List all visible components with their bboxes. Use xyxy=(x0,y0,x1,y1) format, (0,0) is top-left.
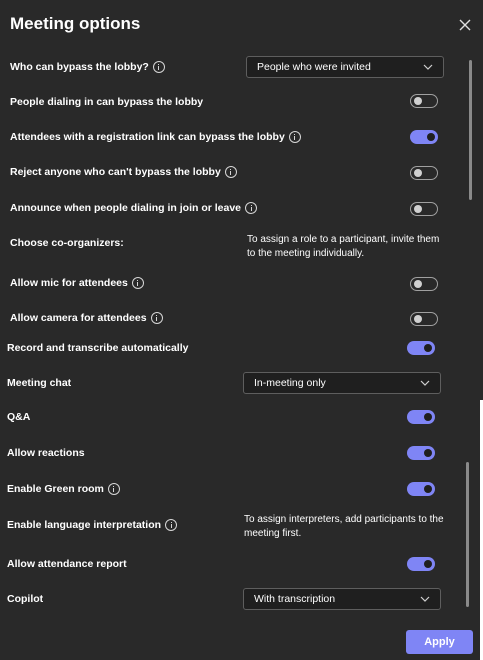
info-icon[interactable] xyxy=(245,202,258,214)
info-icon[interactable] xyxy=(152,61,165,73)
dial-in-bypass-row: People dialing in can bypass the lobby xyxy=(10,94,203,110)
attendance-report-label: Allow attendance report xyxy=(7,558,127,570)
info-icon[interactable] xyxy=(131,277,144,289)
allow-mic-row: Allow mic for attendees xyxy=(10,275,144,291)
reactions-label: Allow reactions xyxy=(7,447,85,459)
scrollbar-thumb-lower[interactable] xyxy=(466,462,469,607)
bypass-lobby-dropdown[interactable]: People who were invited xyxy=(246,56,444,78)
allow-camera-toggle[interactable] xyxy=(410,312,438,326)
record-transcribe-toggle[interactable] xyxy=(407,341,435,355)
co-organizers-note: To assign a role to a participant, invit… xyxy=(247,234,440,259)
meeting-chat-dropdown[interactable]: In-meeting only xyxy=(243,372,441,394)
registration-bypass-row: Attendees with a registration link can b… xyxy=(10,129,301,145)
registration-bypass-toggle[interactable] xyxy=(410,130,438,144)
green-room-row: Enable Green room xyxy=(7,481,120,497)
info-icon[interactable] xyxy=(288,131,301,143)
info-icon[interactable] xyxy=(224,166,237,178)
qa-label: Q&A xyxy=(7,411,31,423)
meeting-chat-value: In-meeting only xyxy=(254,377,326,389)
record-transcribe-row: Record and transcribe automatically xyxy=(7,340,188,356)
copilot-label: Copilot xyxy=(7,593,44,605)
green-room-label: Enable Green room xyxy=(7,483,104,495)
dial-in-bypass-toggle[interactable] xyxy=(410,94,438,108)
announce-dial-in-row: Announce when people dialing in join or … xyxy=(10,200,258,216)
apply-button[interactable]: Apply xyxy=(406,630,473,654)
bypass-lobby-label: Who can bypass the lobby? xyxy=(10,61,149,73)
reject-bypass-label: Reject anyone who can't bypass the lobby xyxy=(10,166,221,178)
chevron-down-icon xyxy=(420,596,430,602)
language-interpretation-label: Enable language interpretation xyxy=(7,519,162,531)
language-interpretation-note: To assign interpreters, add participants… xyxy=(244,514,444,539)
announce-dial-in-label: Announce when people dialing in join or … xyxy=(10,202,242,214)
close-icon[interactable] xyxy=(456,16,474,34)
info-icon[interactable] xyxy=(107,483,120,495)
meeting-options-panel: Meeting options Who can bypass the lobby… xyxy=(0,0,483,660)
copilot-value: With transcription xyxy=(254,593,336,605)
green-room-toggle[interactable] xyxy=(407,482,435,496)
reject-bypass-toggle[interactable] xyxy=(410,166,438,180)
copilot-dropdown[interactable]: With transcription xyxy=(243,588,441,610)
allow-mic-label: Allow mic for attendees xyxy=(10,277,128,289)
registration-bypass-label: Attendees with a registration link can b… xyxy=(10,131,285,143)
info-icon[interactable] xyxy=(150,312,163,324)
allow-camera-row: Allow camera for attendees xyxy=(10,310,163,326)
meeting-chat-label: Meeting chat xyxy=(7,377,72,389)
scrollbar-thumb-upper[interactable] xyxy=(469,60,472,200)
attendance-report-toggle[interactable] xyxy=(407,557,435,571)
language-interpretation-row: Enable language interpretation xyxy=(7,517,178,533)
copilot-row: Copilot xyxy=(7,591,43,607)
allow-mic-toggle[interactable] xyxy=(410,277,438,291)
reactions-row: Allow reactions xyxy=(7,445,85,461)
info-icon[interactable] xyxy=(165,519,178,531)
co-organizers-label: Choose co-organizers: xyxy=(10,237,124,249)
reactions-toggle[interactable] xyxy=(407,446,435,460)
chevron-down-icon xyxy=(423,64,433,70)
chevron-down-icon xyxy=(420,380,430,386)
announce-dial-in-toggle[interactable] xyxy=(410,202,438,216)
bypass-lobby-row: Who can bypass the lobby? xyxy=(10,59,165,75)
dial-in-bypass-label: People dialing in can bypass the lobby xyxy=(10,96,204,108)
qa-toggle[interactable] xyxy=(407,410,435,424)
co-organizers-row: Choose co-organizers: xyxy=(10,235,124,251)
qa-row: Q&A xyxy=(7,409,30,425)
attendance-report-row: Allow attendance report xyxy=(7,556,127,572)
meeting-chat-row: Meeting chat xyxy=(7,375,71,391)
page-title: Meeting options xyxy=(10,14,141,33)
bypass-lobby-value: People who were invited xyxy=(257,61,371,73)
allow-camera-label: Allow camera for attendees xyxy=(10,312,147,324)
reject-bypass-row: Reject anyone who can't bypass the lobby xyxy=(10,164,237,180)
record-transcribe-label: Record and transcribe automatically xyxy=(7,342,189,354)
